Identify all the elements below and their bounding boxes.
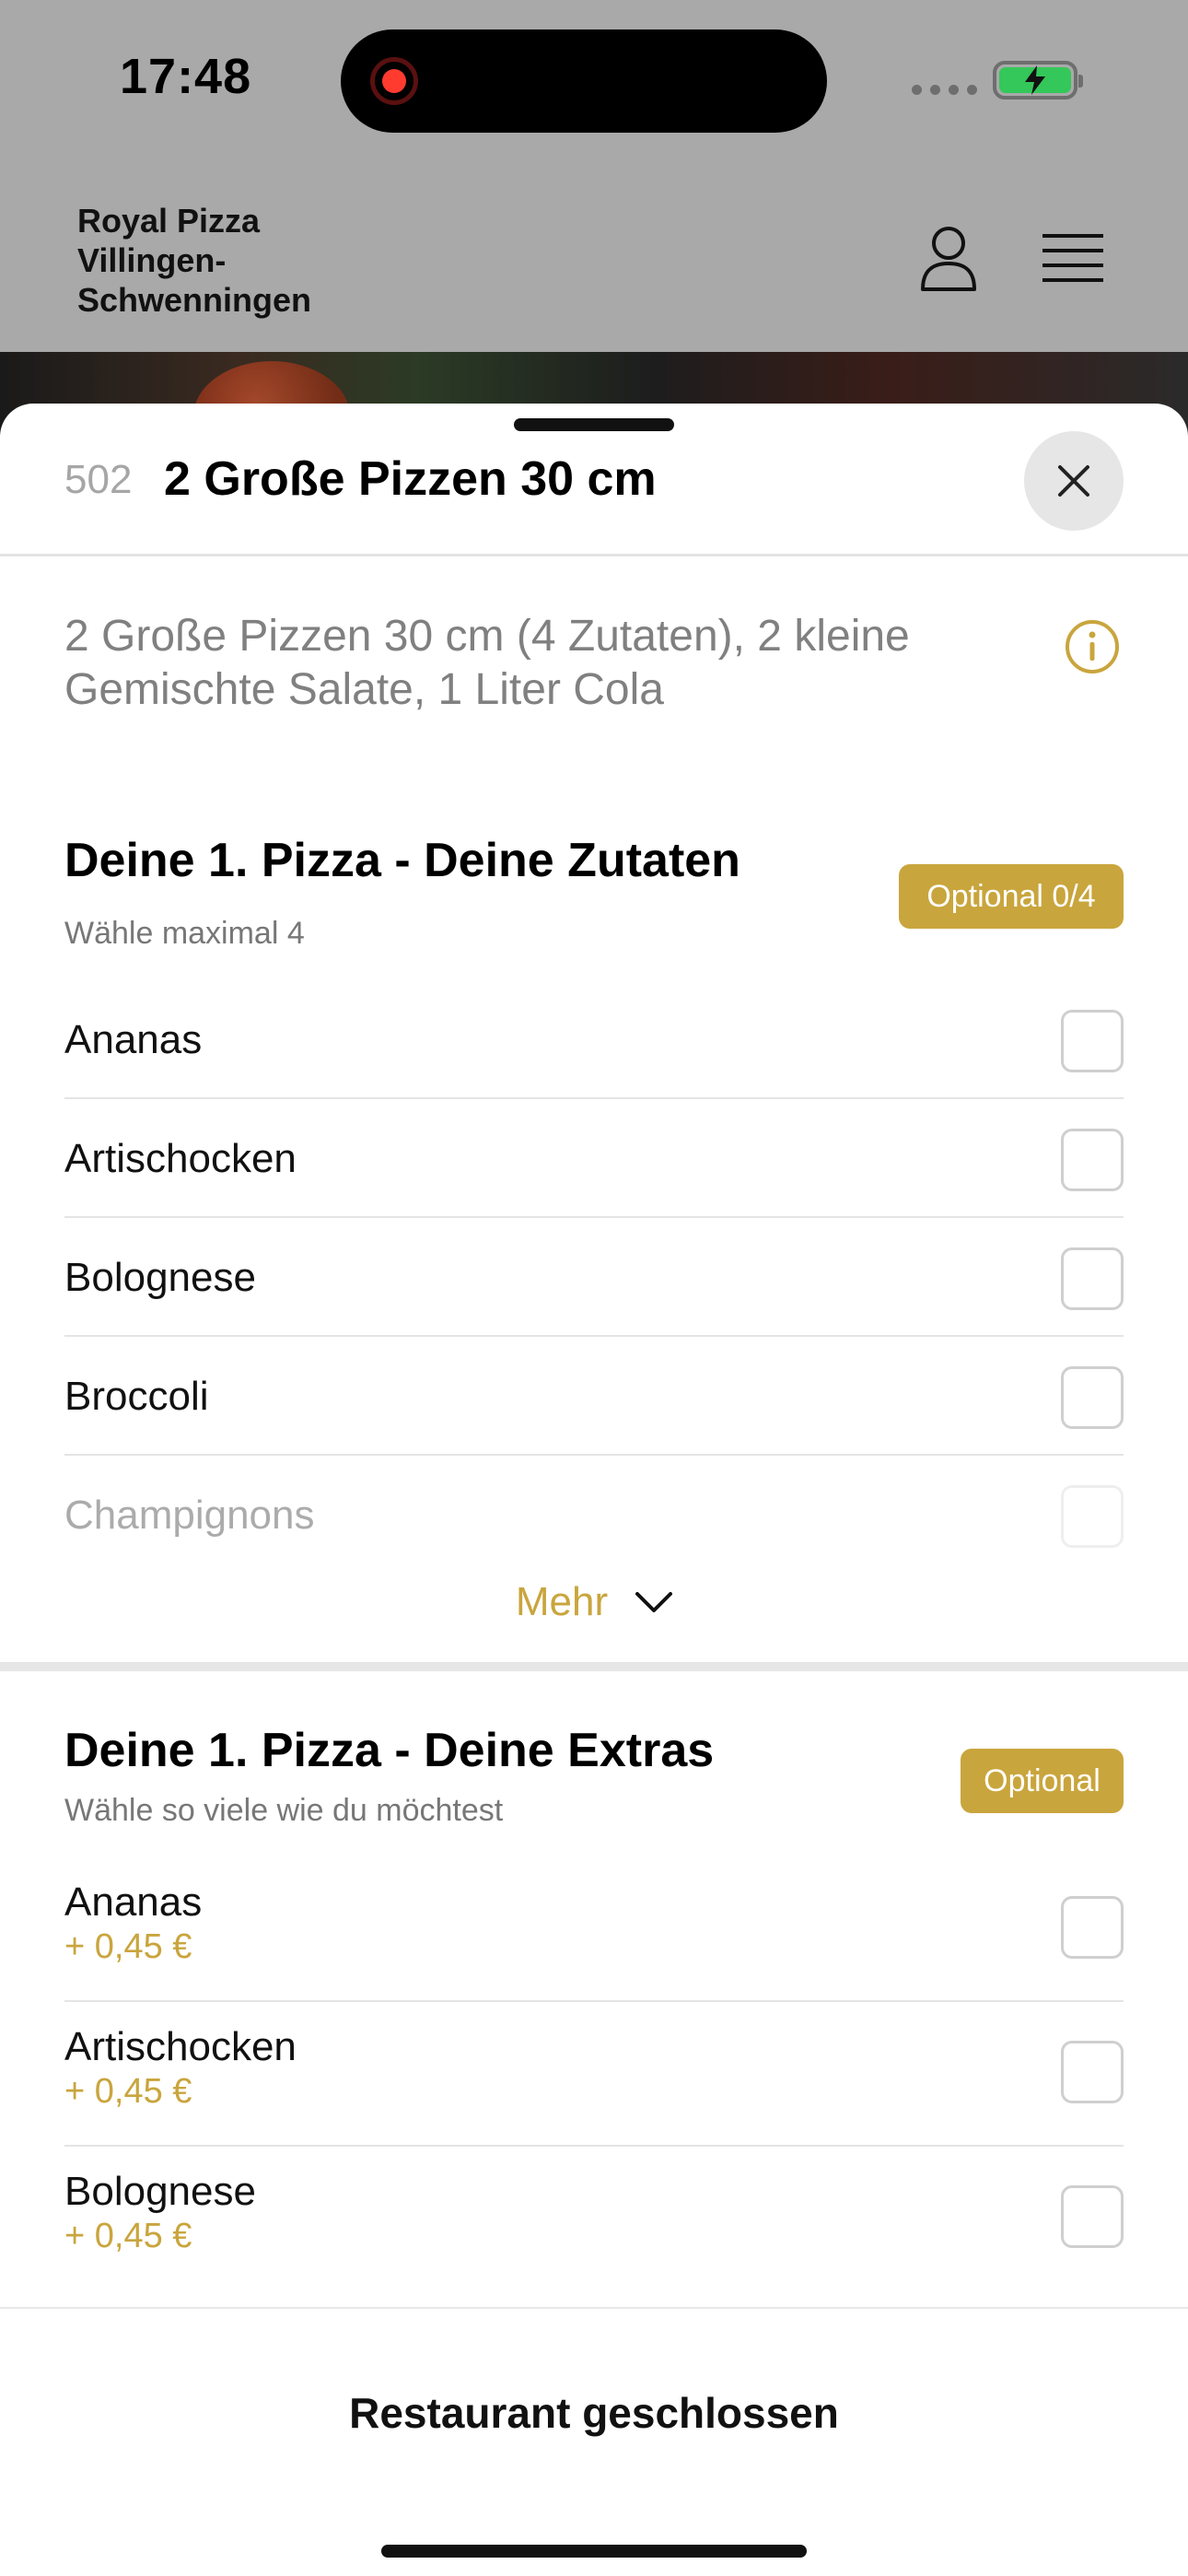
signal-icon [912,85,977,95]
close-icon [1058,465,1089,497]
close-button[interactable] [1024,431,1124,531]
option-checkbox[interactable] [1061,1247,1124,1310]
restaurant-closed-label: Restaurant geschlossen [349,2389,839,2437]
recording-indicator-icon [370,57,418,105]
item-description: 2 Große Pizzen 30 cm (4 Zutaten), 2 klei… [64,612,910,714]
option-row-champignons[interactable]: Champignons [64,1456,1124,1557]
home-indicator[interactable] [381,2545,807,2558]
option-price: + 0,45 € [64,2217,192,2255]
option-checkbox[interactable] [1061,1010,1124,1072]
option-checkbox[interactable] [1061,1896,1124,1959]
section-title-zutaten: Deine 1. Pizza - Deine Zutaten [64,834,740,887]
option-row-broccoli[interactable]: Broccoli [64,1337,1124,1456]
show-more-label: Mehr [515,1579,609,1624]
option-label: Ananas [64,1017,203,1062]
option-row-ananas[interactable]: Ananas [64,980,1124,1099]
dynamic-island [341,29,827,133]
option-price: + 0,45 € [64,1927,192,1966]
item-number: 502 [64,457,133,502]
user-icon[interactable] [919,225,978,291]
sheet-footer: Restaurant geschlossen [0,2307,1188,2576]
item-title: 2 Große Pizzen 30 cm [164,452,657,506]
option-label: Champignons [64,1493,315,1538]
option-checkbox[interactable] [1061,2041,1124,2103]
product-sheet: 502 2 Große Pizzen 30 cm 2 Große Pizzen … [0,404,1188,2576]
option-label: Bolognese [64,2169,256,2214]
option-label: Broccoli [64,1374,209,1419]
info-icon[interactable] [1065,619,1120,674]
option-row-bolognese-extra[interactable]: Bolognese + 0,45 € [64,2147,1124,2291]
option-label: Bolognese [64,1255,256,1300]
option-row-bolognese[interactable]: Bolognese [64,1218,1124,1337]
section-subtitle-extras: Wähle so viele wie du möchtest [64,1793,504,1828]
option-checkbox[interactable] [1061,2185,1124,2248]
option-row-artischocken-extra[interactable]: Artischocken + 0,45 € [64,2002,1124,2147]
optional-badge: Optional [961,1749,1124,1813]
option-checkbox[interactable] [1061,1366,1124,1429]
chevron-down-icon [635,1592,673,1612]
extras-option-list: Ananas + 0,45 € Artischocken + 0,45 € Bo… [64,1857,1124,2291]
optional-count-badge: Optional 0/4 [899,864,1124,929]
option-checkbox[interactable] [1061,1129,1124,1191]
zutaten-option-list: Ananas Artischocken Bolognese Broccoli C… [64,980,1124,1557]
option-price: + 0,45 € [64,2072,192,2111]
option-row-ananas-extra[interactable]: Ananas + 0,45 € [64,1857,1124,2002]
show-more-button[interactable]: Mehr [0,1570,1188,1634]
restaurant-name: Royal Pizza Villingen-Schwenningen [77,202,312,319]
section-title-extras: Deine 1. Pizza - Deine Extras [64,1724,715,1777]
option-row-artischocken[interactable]: Artischocken [64,1099,1124,1218]
section-divider [0,1662,1188,1671]
option-label: Ananas [64,1879,203,1925]
battery-charging-icon [993,61,1083,100]
option-label: Artischocken [64,2024,297,2069]
section-subtitle-zutaten: Wähle maximal 4 [64,916,305,951]
option-checkbox[interactable] [1061,1485,1124,1548]
status-time: 17:48 [120,49,252,104]
option-label: Artischocken [64,1136,297,1181]
hamburger-menu-icon[interactable] [1042,232,1103,284]
sheet-header: 502 2 Große Pizzen 30 cm [0,404,1188,556]
